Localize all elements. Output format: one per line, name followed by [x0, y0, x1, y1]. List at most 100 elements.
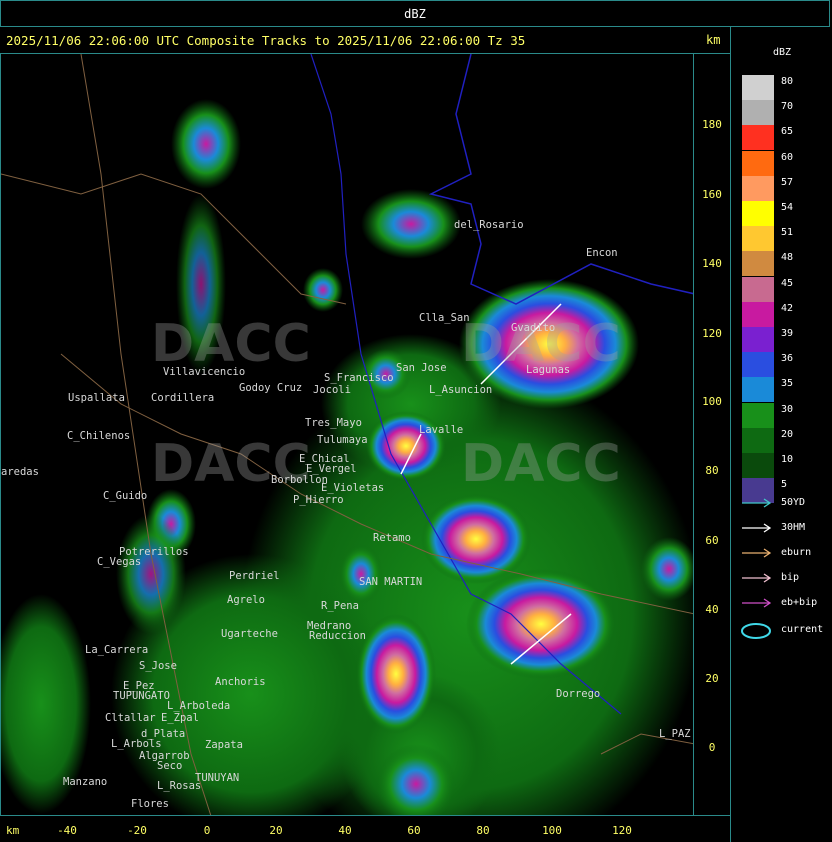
place-label: C_Vegas [97, 556, 142, 568]
x-tick-label: -20 [127, 824, 147, 837]
legend-swatch [742, 125, 774, 151]
place-label: TUPUNGATO [113, 690, 170, 702]
window-title: dBZ [0, 0, 830, 27]
storm-cell [421, 494, 531, 584]
place-label: Godoy Cruz [239, 382, 303, 394]
place-label: SAN MARTIN [359, 576, 423, 588]
x-tick-label: 60 [407, 824, 421, 837]
legend-track-label: bip [781, 572, 800, 583]
legend-swatch [742, 226, 774, 252]
legend-level-label: 70 [781, 101, 794, 113]
x-tick-label: -40 [57, 824, 77, 837]
place-label: Clla_San [419, 312, 470, 324]
place-label: Encon [586, 247, 618, 259]
y-tick-label: 20 [705, 672, 719, 685]
legend-level-label: 36 [781, 353, 794, 365]
place-label: L_Arboleda [167, 700, 231, 712]
place-label: Gvadito [511, 322, 556, 334]
radar-plot[interactable]: DACC DACC DACC DACC Uspallata C_Chilenos… [0, 54, 694, 816]
header-row: 2025/11/06 22:06:00 UTC Composite Tracks… [0, 27, 730, 51]
y-tick-label: 0 [708, 741, 716, 754]
x-tick-label: 120 [612, 824, 632, 837]
legend-level-label: 35 [781, 378, 794, 390]
legend-swatch [742, 427, 774, 453]
place-label: Cltallar [105, 712, 156, 724]
legend-level-label: 60 [781, 151, 794, 163]
legend-swatch [742, 352, 774, 378]
x-tick-label: 20 [269, 824, 283, 837]
legend-level-label: 48 [781, 252, 794, 264]
y-tick-label: 80 [705, 464, 719, 477]
province-border [428, 54, 693, 305]
road [1, 173, 347, 305]
place-label: Uspallata [68, 392, 125, 404]
storm-cell [361, 189, 461, 259]
legend-swatch [742, 377, 774, 403]
place-label: E_Zpal [161, 712, 199, 724]
place-label: Jocoli [313, 384, 351, 396]
place-label: San Jose [396, 362, 447, 374]
place-label: Villavicencio [163, 366, 246, 378]
legend-swatch [742, 175, 774, 201]
legend-track-label: eburn [781, 547, 812, 558]
y-tick-label: 180 [702, 118, 722, 131]
legend-track-row: 30HM [741, 522, 831, 536]
place-label: Zapata [205, 739, 243, 751]
legend-swatch [742, 150, 774, 176]
legend-level-label: 10 [781, 454, 794, 465]
legend-track-row: 50YD [741, 497, 831, 511]
place-label: Lavalle [419, 424, 464, 436]
track-arrow-icon [742, 523, 772, 533]
place-label: Seco [157, 760, 183, 772]
legend-level-label: 20 [781, 428, 794, 440]
y-tick-label: 40 [705, 603, 719, 616]
legend-level-label: 5 [781, 479, 788, 491]
place-label: aredas [1, 466, 39, 478]
storm-cell [466, 569, 616, 679]
track-arrow-icon [742, 498, 772, 508]
storm-cell [116, 514, 186, 634]
place-label: Anchoris [215, 676, 266, 688]
legend-level-label: 80 [781, 76, 794, 87]
y-axis-unit-label: km [706, 33, 721, 47]
place-label: Ugarteche [221, 628, 278, 640]
legend-swatch [742, 402, 774, 428]
legend-track-label: eb+bip [781, 597, 818, 608]
place-label: TUNUYAN [195, 772, 240, 784]
place-label: del_Rosario [454, 219, 524, 231]
place-label: Retamo [373, 532, 411, 544]
legend-panel: dBZ 80 70 65 60 57 54 51 48 45 42 39 36 35 30 20 10 5 50… [730, 27, 832, 842]
legend-level-label: 54 [781, 202, 794, 213]
legend-track-label: 50YD [781, 497, 806, 508]
y-axis: 180 160 140 120 100 80 60 40 20 0 [694, 54, 730, 816]
x-tick-label: 40 [338, 824, 352, 837]
place-label: Tulumaya [317, 434, 368, 446]
place-label: Dorrego [556, 688, 601, 700]
y-tick-label: 100 [702, 395, 722, 408]
place-label: R_Pena [321, 600, 359, 612]
watermark: DACC [461, 434, 621, 494]
legend-current-row: current [741, 622, 831, 640]
place-label: Manzano [63, 776, 108, 788]
legend-level-label: 42 [781, 302, 794, 314]
place-label: Borbollon [271, 474, 328, 486]
current-ellipse-icon [741, 623, 771, 639]
y-tick-label: 140 [702, 257, 722, 270]
place-label: S_Francisco [324, 372, 394, 384]
track-arrow-icon [742, 573, 772, 583]
legend-swatch [742, 327, 774, 352]
place-label: Agrelo [227, 594, 265, 606]
legend-swatch [742, 251, 774, 277]
storm-cell [171, 99, 241, 189]
legend-level-label: 51 [781, 227, 794, 239]
legend-swatch [742, 276, 774, 302]
storm-cell [339, 544, 383, 604]
storm-cell [356, 614, 436, 734]
place-label: Reduccion [309, 630, 366, 642]
x-tick-label: 100 [542, 824, 562, 837]
legend-swatch [742, 75, 774, 100]
legend-title: dBZ [773, 47, 792, 58]
place-label: S_Jose [139, 660, 177, 672]
storm-cell [366, 411, 446, 481]
place-label: C_Guido [103, 490, 148, 502]
